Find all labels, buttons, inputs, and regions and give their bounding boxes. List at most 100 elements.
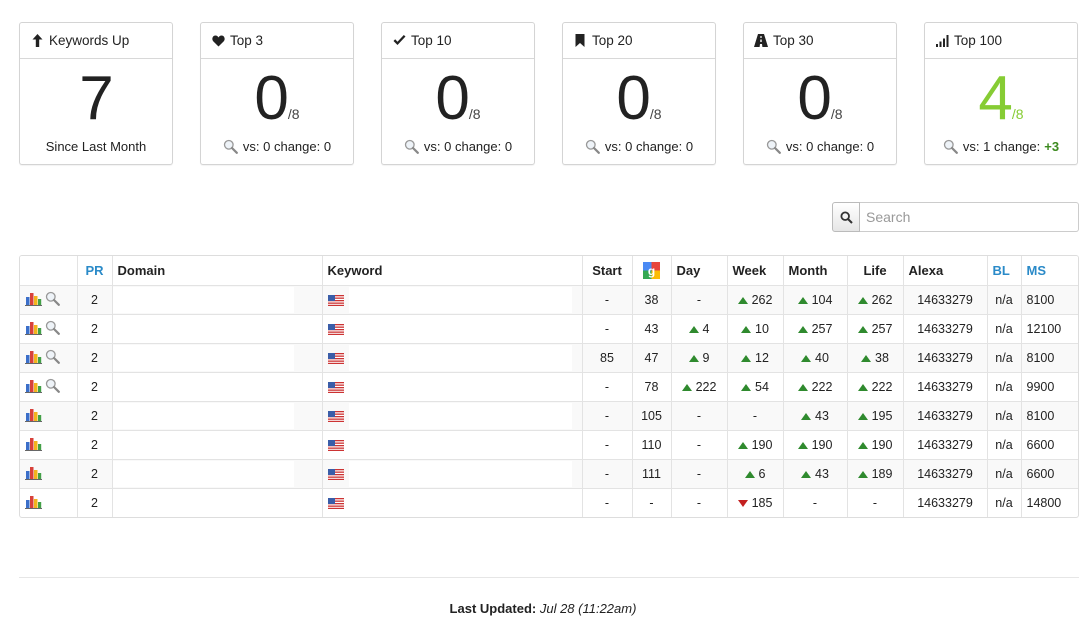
cell-bl: n/a <box>987 459 1022 489</box>
col-google[interactable]: g <box>632 256 672 286</box>
col-day[interactable]: Day <box>671 256 728 286</box>
col-alexa[interactable]: Alexa <box>903 256 988 286</box>
cell-pr: 2 <box>77 488 113 517</box>
cell-day: 4 <box>671 314 728 344</box>
arrow-up-icon <box>30 34 44 48</box>
cell-pr: 2 <box>77 314 113 344</box>
col-start[interactable]: Start <box>582 256 633 286</box>
card-title: Keywords Up <box>49 33 130 48</box>
trend-up-icon <box>797 441 808 449</box>
trend-value: 12 <box>755 350 769 365</box>
chart-icon[interactable] <box>25 494 42 512</box>
cell-ms: 14800 <box>1026 495 1062 510</box>
row-actions <box>20 488 78 517</box>
trend-value: - <box>696 466 702 481</box>
redacted-domain <box>112 344 294 371</box>
trend-value: 195 <box>871 408 893 423</box>
search-icon <box>766 139 781 154</box>
cell-day: - <box>671 459 728 489</box>
cell-domain[interactable] <box>112 401 323 431</box>
redacted-keyword <box>348 344 572 371</box>
card-body: 0/8 vs: 0 change: 0 <box>201 59 353 165</box>
card-title: Top 3 <box>230 33 264 48</box>
cell-day: 9 <box>671 343 728 373</box>
cell-keyword[interactable] <box>322 372 583 402</box>
cell-domain[interactable] <box>112 285 323 315</box>
col-month[interactable]: Month <box>783 256 848 286</box>
cell-domain[interactable] <box>112 430 323 460</box>
search-icon[interactable] <box>45 291 60 309</box>
trend-up-icon <box>857 296 868 304</box>
search-icon[interactable] <box>45 320 60 338</box>
search-button[interactable] <box>832 202 860 232</box>
trend-up-icon <box>737 296 748 304</box>
cell-month: 104 <box>783 285 848 315</box>
cell-keyword[interactable] <box>322 459 583 489</box>
cell-week: 54 <box>727 372 784 402</box>
cell-week: 262 <box>727 285 784 315</box>
card-value: 0/8 <box>382 63 534 151</box>
chart-icon[interactable] <box>25 465 42 483</box>
card-value: 0/8 <box>201 63 353 151</box>
chart-icon[interactable] <box>25 291 42 309</box>
cell-month: 43 <box>783 459 848 489</box>
cell-domain[interactable] <box>112 343 323 373</box>
card-title: Top 20 <box>592 33 633 48</box>
card-footer: vs: 0 change: 0 <box>744 139 896 154</box>
cell-alexa: 14633279 <box>903 285 988 315</box>
trend-up-icon <box>797 296 808 304</box>
svg-text:g: g <box>648 264 655 278</box>
chart-icon[interactable] <box>25 407 42 425</box>
trend-value: 40 <box>815 350 829 365</box>
chart-icon[interactable] <box>25 320 42 338</box>
card-footer: vs: 0 change: 0 <box>201 139 353 154</box>
trend-value: 189 <box>871 466 893 481</box>
us-flag-icon <box>327 438 344 452</box>
card-header: Top 30 <box>744 23 896 59</box>
bookmark-icon <box>573 34 587 48</box>
cell-domain[interactable] <box>112 314 323 344</box>
cell-month: 43 <box>783 401 848 431</box>
cell-domain[interactable] <box>112 372 323 402</box>
row-actions <box>20 343 78 373</box>
col-pr[interactable]: PR <box>77 256 113 286</box>
col-life[interactable]: Life <box>847 256 904 286</box>
col-week[interactable]: Week <box>727 256 784 286</box>
chart-icon[interactable] <box>25 378 42 396</box>
cell-domain[interactable] <box>112 488 323 517</box>
redacted-keyword <box>348 431 572 458</box>
chart-icon[interactable] <box>25 436 42 454</box>
cell-keyword[interactable] <box>322 314 583 344</box>
col-bl[interactable]: BL <box>987 256 1022 286</box>
cell-keyword[interactable] <box>322 430 583 460</box>
col-keyword[interactable]: Keyword <box>322 256 583 286</box>
cell-ms: 8100 <box>1021 401 1078 431</box>
redacted-domain <box>112 373 294 400</box>
search-input[interactable] <box>860 202 1079 232</box>
cell-ms: 8100 <box>1021 343 1078 373</box>
card-number: 0 <box>435 64 469 133</box>
card-denominator: /8 <box>649 106 662 122</box>
trend-value: 43 <box>815 466 829 481</box>
cell-keyword[interactable] <box>322 343 583 373</box>
redacted-keyword <box>348 373 572 400</box>
card-value: 7 <box>20 63 172 151</box>
trend-value: 262 <box>751 292 773 307</box>
card-footer: vs: 0 change: 0 <box>563 139 715 154</box>
search-icon[interactable] <box>45 349 60 367</box>
col-domain[interactable]: Domain <box>112 256 323 286</box>
cell-week: 10 <box>727 314 784 344</box>
trend-up-icon <box>857 325 868 333</box>
stat-card: Keywords Up 7 Since Last Month <box>19 22 173 165</box>
cell-alexa: 14633279 <box>903 459 988 489</box>
cell-alexa: 14633279 <box>903 488 988 517</box>
table-row: 2 - 111 - 6 43 189 14633279 n/a 6600 <box>20 459 1078 489</box>
cell-keyword[interactable] <box>322 401 583 431</box>
cell-keyword[interactable] <box>322 488 583 517</box>
col-ms[interactable]: MS <box>1021 256 1078 286</box>
trend-value: 257 <box>871 321 893 336</box>
chart-icon[interactable] <box>25 349 42 367</box>
cell-keyword[interactable] <box>322 285 583 315</box>
search-icon[interactable] <box>45 378 60 396</box>
cell-domain[interactable] <box>112 459 323 489</box>
